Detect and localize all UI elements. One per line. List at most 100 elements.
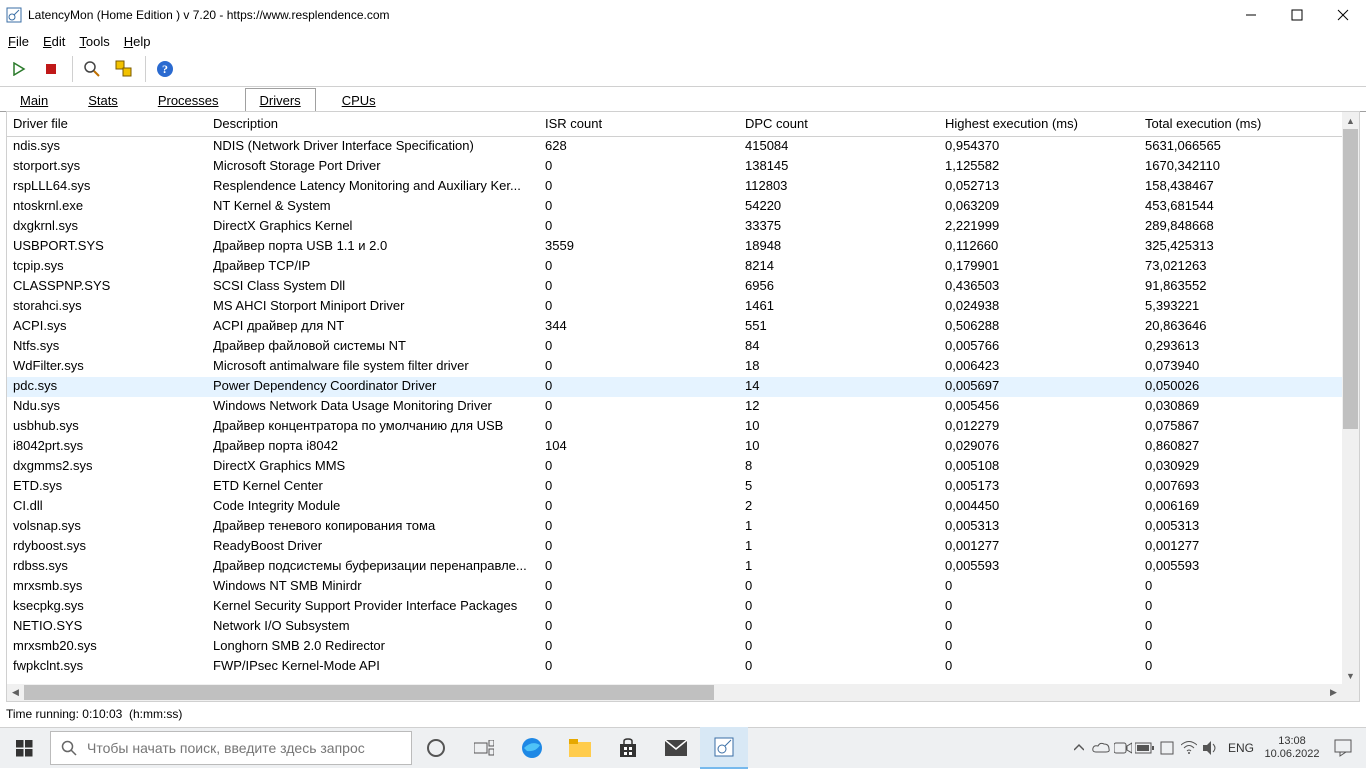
table-row[interactable]: rdyboost.sysReadyBoost Driver010,0012770…: [7, 537, 1359, 557]
column-header[interactable]: ISR count: [539, 112, 739, 136]
scroll-right-arrow-icon[interactable]: ▶: [1325, 684, 1342, 701]
help-button[interactable]: ?: [150, 54, 180, 84]
language-indicator[interactable]: ENG: [1222, 741, 1260, 755]
cell: Драйвер TCP/IP: [207, 257, 539, 277]
tray-app-icon[interactable]: [1156, 728, 1178, 768]
table-row[interactable]: tcpip.sysДрайвер TCP/IP082140,17990173,0…: [7, 257, 1359, 277]
cell: Microsoft antimalware file system filter…: [207, 357, 539, 377]
cell: Longhorn SMB 2.0 Redirector: [207, 637, 539, 657]
maximize-button[interactable]: [1274, 0, 1320, 30]
column-header[interactable]: Driver file: [7, 112, 207, 136]
table-row[interactable]: USBPORT.SYSДрайвер порта USB 1.1 и 2.035…: [7, 237, 1359, 257]
cell: 0,436503: [939, 277, 1139, 297]
close-button[interactable]: [1320, 0, 1366, 30]
vertical-scrollbar[interactable]: ▲ ▼: [1342, 112, 1359, 684]
toolbar-separator: [72, 56, 73, 82]
cell: 0: [939, 597, 1139, 617]
cell: rdyboost.sys: [7, 537, 207, 557]
edge-icon[interactable]: [508, 728, 556, 768]
cortana-icon[interactable]: [412, 728, 460, 768]
column-header[interactable]: Description: [207, 112, 539, 136]
cell: 0,506288: [939, 317, 1139, 337]
horizontal-scrollbar[interactable]: ◀ ▶: [7, 684, 1342, 701]
tab-main[interactable]: Main: [6, 88, 62, 112]
table-row[interactable]: ksecpkg.sysKernel Security Support Provi…: [7, 597, 1359, 617]
modules-button[interactable]: [109, 54, 139, 84]
store-icon[interactable]: [604, 728, 652, 768]
wifi-icon[interactable]: [1178, 728, 1200, 768]
minimize-button[interactable]: [1228, 0, 1274, 30]
table-row[interactable]: NETIO.SYSNetwork I/O Subsystem0000: [7, 617, 1359, 637]
taskbar-search[interactable]: Чтобы начать поиск, введите здесь запрос: [50, 731, 412, 765]
scroll-down-arrow-icon[interactable]: ▼: [1342, 667, 1359, 684]
find-button[interactable]: [77, 54, 107, 84]
table-row[interactable]: usbhub.sysДрайвер концентратора по умолч…: [7, 417, 1359, 437]
cell: 0: [539, 297, 739, 317]
table-row[interactable]: storport.sysMicrosoft Storage Port Drive…: [7, 157, 1359, 177]
scroll-up-arrow-icon[interactable]: ▲: [1342, 112, 1359, 129]
table-row[interactable]: storahci.sysMS AHCI Storport Miniport Dr…: [7, 297, 1359, 317]
start-button[interactable]: [0, 728, 48, 768]
table-row[interactable]: ACPI.sysACPI драйвер для NT3445510,50628…: [7, 317, 1359, 337]
meet-now-icon[interactable]: [1112, 728, 1134, 768]
scroll-thumb[interactable]: [1343, 129, 1358, 429]
table-row[interactable]: mrxsmb.sysWindows NT SMB Minirdr0000: [7, 577, 1359, 597]
latencymon-taskbar-icon[interactable]: [700, 727, 748, 769]
table-row[interactable]: CLASSPNP.SYSSCSI Class System Dll069560,…: [7, 277, 1359, 297]
table-row[interactable]: Ndu.sysWindows Network Data Usage Monito…: [7, 397, 1359, 417]
cell: 0: [939, 657, 1139, 677]
tab-drivers[interactable]: Drivers: [245, 88, 316, 112]
column-header[interactable]: Total execution (ms): [1139, 112, 1344, 136]
column-header[interactable]: Highest execution (ms): [939, 112, 1139, 136]
scroll-thumb[interactable]: [24, 685, 714, 700]
table-row[interactable]: mrxsmb20.sysLonghorn SMB 2.0 Redirector0…: [7, 637, 1359, 657]
clock[interactable]: 13:08 10.06.2022: [1260, 735, 1324, 761]
cell: 453,681544: [1139, 197, 1344, 217]
column-header[interactable]: DPC count: [739, 112, 939, 136]
scroll-left-arrow-icon[interactable]: ◀: [7, 684, 24, 701]
tab-cpus[interactable]: CPUs: [328, 88, 390, 112]
explorer-icon[interactable]: [556, 728, 604, 768]
cell: 0: [539, 357, 739, 377]
table-row[interactable]: WdFilter.sysMicrosoft antimalware file s…: [7, 357, 1359, 377]
table-row[interactable]: ETD.sysETD Kernel Center050,0051730,0076…: [7, 477, 1359, 497]
tray-overflow-icon[interactable]: [1068, 728, 1090, 768]
cell: 0: [539, 657, 739, 677]
table-row[interactable]: volsnap.sysДрайвер теневого копирования …: [7, 517, 1359, 537]
menu-item[interactable]: Tools: [79, 34, 109, 49]
cell: 415084: [739, 137, 939, 157]
menu-item[interactable]: Edit: [43, 34, 65, 49]
svg-text:?: ?: [162, 62, 168, 76]
mail-icon[interactable]: [652, 728, 700, 768]
cell: SCSI Class System Dll: [207, 277, 539, 297]
volume-icon[interactable]: [1200, 728, 1222, 768]
table-row[interactable]: ntoskrnl.exeNT Kernel & System0542200,06…: [7, 197, 1359, 217]
table-row[interactable]: Ntfs.sysДрайвер файловой системы NT0840,…: [7, 337, 1359, 357]
menu-item[interactable]: Help: [124, 34, 151, 49]
table-row[interactable]: dxgkrnl.sysDirectX Graphics Kernel033375…: [7, 217, 1359, 237]
table-row[interactable]: pdc.sysPower Dependency Coordinator Driv…: [7, 377, 1359, 397]
onedrive-icon[interactable]: [1090, 728, 1112, 768]
table-row[interactable]: i8042prt.sysДрайвер порта i8042104100,02…: [7, 437, 1359, 457]
cell: 14: [739, 377, 939, 397]
cell: CI.dll: [7, 497, 207, 517]
cell: Network I/O Subsystem: [207, 617, 539, 637]
tab-stats[interactable]: Stats: [74, 88, 132, 112]
table-row[interactable]: rdbss.sysДрайвер подсистемы буферизации …: [7, 557, 1359, 577]
battery-icon[interactable]: [1134, 728, 1156, 768]
cell: fwpkclnt.sys: [7, 657, 207, 677]
task-view-icon[interactable]: [460, 728, 508, 768]
menu-item[interactable]: File: [8, 34, 29, 49]
table-row[interactable]: dxgmms2.sysDirectX Graphics MMS080,00510…: [7, 457, 1359, 477]
tab-processes[interactable]: Processes: [144, 88, 233, 112]
stop-button[interactable]: [36, 54, 66, 84]
notifications-icon[interactable]: [1324, 739, 1362, 757]
table-row[interactable]: rspLLL64.sysResplendence Latency Monitor…: [7, 177, 1359, 197]
cell: 0: [539, 177, 739, 197]
table-row[interactable]: fwpkclnt.sysFWP/IPsec Kernel-Mode API000…: [7, 657, 1359, 677]
cell: Драйвер концентратора по умолчанию для U…: [207, 417, 539, 437]
table-row[interactable]: ndis.sysNDIS (Network Driver Interface S…: [7, 137, 1359, 157]
cell: 112803: [739, 177, 939, 197]
play-button[interactable]: [4, 54, 34, 84]
table-row[interactable]: CI.dllCode Integrity Module020,0044500,0…: [7, 497, 1359, 517]
